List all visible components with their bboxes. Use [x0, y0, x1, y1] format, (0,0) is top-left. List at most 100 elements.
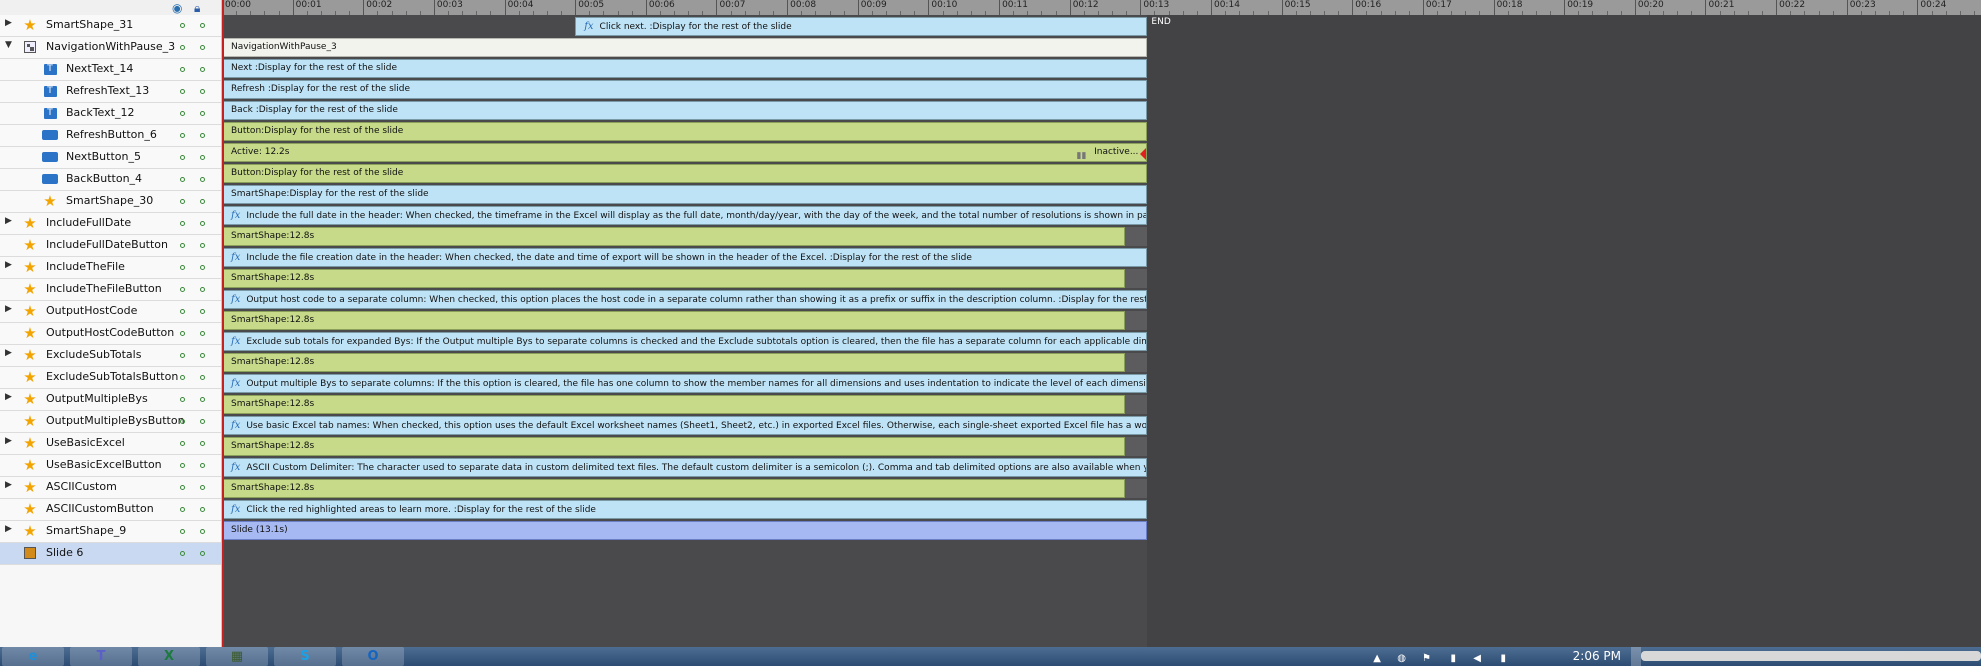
visibility-toggle[interactable] — [180, 331, 185, 336]
tray-signal-icon[interactable]: ▮ — [1500, 653, 1506, 664]
visibility-toggle[interactable] — [180, 133, 185, 138]
timeline-bar[interactable]: fx ASCII Custom Delimiter: The character … — [222, 458, 1148, 477]
layer-row[interactable]: ▶ ★ IncludeFullDate — [0, 213, 221, 235]
layer-row[interactable]: ▶ ★ OutputMultipleBys — [0, 389, 221, 411]
timeline-bar[interactable]: Button:Display for the rest of the slide — [222, 164, 1148, 183]
expand-arrow-icon[interactable]: ▶ — [5, 392, 15, 402]
excel-taskbar-icon[interactable]: X — [138, 647, 200, 666]
visibility-toggle[interactable] — [180, 111, 185, 116]
bar-extend-handle[interactable] — [1125, 395, 1148, 414]
visibility-toggle[interactable] — [180, 463, 185, 468]
lock-toggle[interactable] — [200, 199, 205, 204]
expand-arrow-icon[interactable]: ▶ — [5, 216, 15, 226]
visibility-toggle[interactable] — [180, 199, 185, 204]
timeline-bar[interactable]: SmartShape:12.8s — [222, 311, 1126, 330]
timeline-bar[interactable]: fx Exclude sub totals for expanded Bys: I… — [222, 332, 1148, 351]
visibility-toggle[interactable] — [180, 23, 185, 28]
visibility-toggle[interactable] — [180, 419, 185, 424]
outlook-taskbar-icon[interactable]: O — [342, 647, 404, 666]
teams-taskbar-icon[interactable]: T — [70, 647, 132, 666]
lock-toggle[interactable] — [200, 309, 205, 314]
timeline-bar[interactable]: SmartShape:Display for the rest of the s… — [222, 185, 1148, 204]
layer-row[interactable]: ▶ ★ ExcludeSubTotals — [0, 345, 221, 367]
lock-toggle[interactable] — [200, 507, 205, 512]
timeline-bar[interactable]: SmartShape:12.8s — [222, 437, 1126, 456]
layer-row[interactable]: ▶ ★ SmartShape_9 — [0, 521, 221, 543]
lock-toggle[interactable] — [200, 397, 205, 402]
timeline-bar[interactable]: SmartShape:12.8s — [222, 269, 1126, 288]
lock-toggle[interactable] — [200, 529, 205, 534]
lock-toggle[interactable] — [200, 375, 205, 380]
layer-row[interactable]: ★ IncludeFullDateButton — [0, 235, 221, 257]
visibility-toggle[interactable] — [180, 375, 185, 380]
bar-extend-handle[interactable] — [1125, 227, 1148, 246]
lock-toggle[interactable] — [200, 551, 205, 556]
layer-row[interactable]: ▶ ★ SmartShape_31 — [0, 15, 221, 37]
visibility-toggle[interactable] — [180, 507, 185, 512]
visibility-toggle[interactable] — [180, 529, 185, 534]
lock-toggle[interactable] — [200, 155, 205, 160]
lock-toggle[interactable] — [200, 331, 205, 336]
visibility-toggle[interactable] — [180, 67, 185, 72]
timeline-bar[interactable]: fx Click next. :Display for the rest of t… — [575, 17, 1148, 36]
visibility-toggle[interactable] — [180, 177, 185, 182]
lock-toggle[interactable] — [200, 485, 205, 490]
layer-row[interactable]: ★ OutputHostCodeButton — [0, 323, 221, 345]
expand-arrow-icon[interactable]: ▶ — [5, 480, 15, 490]
layer-row[interactable]: ▶ ★ IncludeTheFile — [0, 257, 221, 279]
tray-up-arrow-icon[interactable]: ▲ — [1373, 653, 1381, 664]
lock-toggle[interactable] — [200, 353, 205, 358]
expand-arrow-icon[interactable]: ▶ — [5, 18, 15, 28]
visibility-toggle[interactable] — [180, 155, 185, 160]
visibility-toggle[interactable] — [180, 287, 185, 292]
lock-toggle[interactable] — [200, 23, 205, 28]
layer-row[interactable]: ▶ ★ UseBasicExcel — [0, 433, 221, 455]
layer-row[interactable]: ★ OutputMultipleBysButton — [0, 411, 221, 433]
layer-row[interactable]: RefreshButton_6 — [0, 125, 221, 147]
layer-row[interactable]: BackButton_4 — [0, 169, 221, 191]
layer-row[interactable]: NextButton_5 — [0, 147, 221, 169]
timeline-bar[interactable]: Back :Display for the rest of the slide — [222, 101, 1148, 120]
time-ruler[interactable]: 00:00 00:01 00:02 00:03 00:04 00:05 00:06 00:07… — [222, 0, 1981, 15]
layer-row[interactable]: ★ ExcludeSubTotalsButton — [0, 367, 221, 389]
timeline-track-area[interactable]: 00:00 00:01 00:02 00:03 00:04 00:05 00:06 00:07… — [222, 0, 1981, 647]
timeline-bar[interactable]: SmartShape:12.8s — [222, 227, 1126, 246]
expand-arrow-icon[interactable]: ▶ — [5, 524, 15, 534]
visibility-toggle[interactable] — [180, 243, 185, 248]
visibility-toggle[interactable] — [180, 89, 185, 94]
tray-volume-icon[interactable]: ◀ — [1473, 653, 1481, 664]
taskbar-clock[interactable]: 2:06 PM — [1573, 649, 1621, 663]
layer-row[interactable]: ▼ NavigationWithPause_3 — [0, 37, 221, 59]
tray-network-icon[interactable]: ◍ — [1397, 653, 1406, 664]
layer-row[interactable]: Slide 6 — [0, 543, 221, 565]
lock-toggle[interactable] — [200, 177, 205, 182]
internet-explorer-taskbar-icon[interactable]: e — [2, 647, 64, 666]
lock-toggle[interactable] — [200, 441, 205, 446]
lock-toggle[interactable] — [200, 89, 205, 94]
visibility-toggle[interactable] — [180, 397, 185, 402]
visibility-toggle[interactable] — [180, 441, 185, 446]
visibility-toggle[interactable] — [180, 353, 185, 358]
timeline-bar[interactable]: Active: 12.2s ▮▮ Inactive... — [222, 143, 1148, 162]
bar-extend-handle[interactable] — [1125, 479, 1148, 498]
timeline-horizontal-scrollbar[interactable] — [1641, 651, 1981, 661]
timeline-bar[interactable]: fx Include the full date in the header: W… — [222, 206, 1148, 225]
layer-row[interactable]: T NextText_14 — [0, 59, 221, 81]
layer-row[interactable]: ★ SmartShape_30 — [0, 191, 221, 213]
bar-extend-handle[interactable] — [1125, 269, 1148, 288]
expand-arrow-icon[interactable]: ▶ — [5, 436, 15, 446]
bar-extend-handle[interactable] — [1125, 353, 1148, 372]
bar-extend-handle[interactable] — [1125, 311, 1148, 330]
lock-toggle[interactable] — [200, 45, 205, 50]
timeline-bar[interactable]: fx Output host code to a separate column:… — [222, 290, 1148, 309]
timeline-bar[interactable]: Refresh :Display for the rest of the sli… — [222, 80, 1148, 99]
lock-toggle[interactable] — [200, 265, 205, 270]
layer-row[interactable]: T BackText_12 — [0, 103, 221, 125]
layer-row[interactable]: ★ UseBasicExcelButton — [0, 455, 221, 477]
tray-flag-icon[interactable]: ⚑ — [1422, 653, 1431, 664]
visibility-toggle[interactable] — [180, 309, 185, 314]
layer-row[interactable]: ▶ ★ OutputHostCode — [0, 301, 221, 323]
pause-marker-icon[interactable]: ▮▮ — [1077, 148, 1087, 161]
eye-icon[interactable]: ◉ — [172, 1, 182, 15]
timeline-bar[interactable]: SmartShape:12.8s — [222, 395, 1126, 414]
